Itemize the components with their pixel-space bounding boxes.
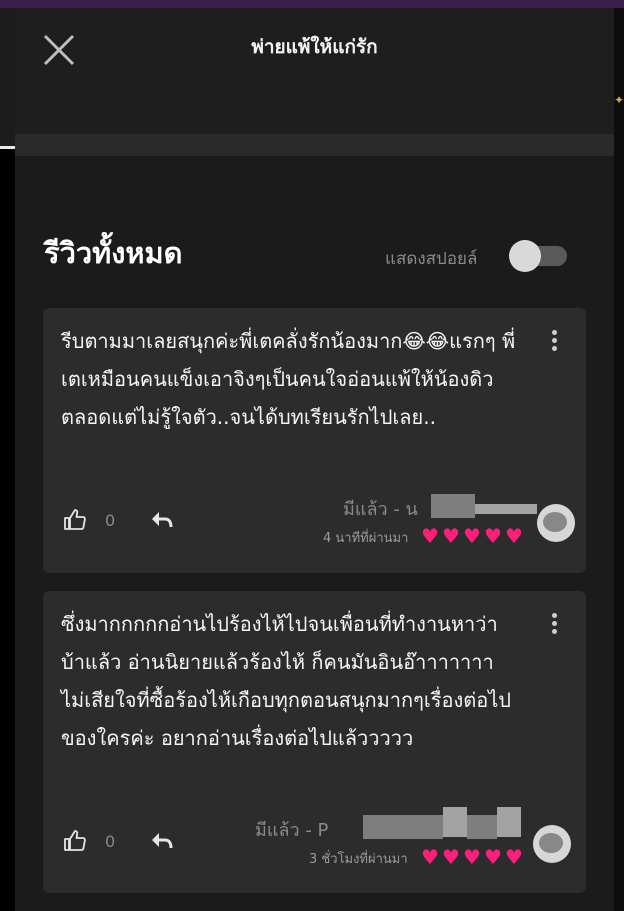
heart-icon: ♥ — [421, 524, 439, 548]
like-count: 0 — [105, 511, 116, 530]
redacted-author-name — [497, 807, 521, 837]
more-options-button[interactable] — [546, 613, 562, 635]
review-card: ซึ่งมากกกกกอ่านไปร้องไห้ไปจนเพื่อนที่ทำง… — [43, 591, 586, 893]
backdrop-left-line — [0, 146, 15, 149]
redacted-author-name — [363, 815, 443, 839]
modal-header: พ่ายแพ้ให้แก่รัก — [15, 8, 614, 134]
more-dot — [551, 346, 557, 351]
redacted-author-name — [475, 504, 537, 514]
heart-rating: ♥ ♥ ♥ ♥ ♥ — [421, 524, 526, 548]
review-time: 4 นาทีที่ผ่านมา — [323, 531, 409, 546]
star-icon: ✦ — [614, 93, 624, 107]
avatar-image — [543, 512, 567, 532]
review-text: ซึ่งมากกกกกอ่านไปร้องไห้ไปจนเพื่อนที่ทำง… — [61, 612, 511, 750]
more-dot — [551, 613, 557, 618]
reviews-modal: พ่ายแพ้ให้แก่รัก รีวิวทั้งหมด แสดงสปอยล์… — [15, 8, 614, 911]
heart-rating: ♥ ♥ ♥ ♥ ♥ — [421, 845, 526, 869]
backdrop-right — [614, 8, 624, 911]
heart-icon: ♥ — [442, 524, 460, 548]
more-options-button[interactable] — [546, 330, 562, 352]
more-dot — [551, 330, 557, 335]
more-dot — [551, 621, 557, 626]
avatar-image — [539, 833, 563, 853]
redacted-author-name — [467, 815, 497, 839]
like-count: 0 — [105, 832, 116, 851]
spoiler-toggle[interactable] — [509, 240, 569, 272]
heart-icon: ♥ — [505, 845, 523, 869]
review-time: 3 ชั่วโมงที่ผ่านมา — [309, 852, 408, 867]
review-text: รีบตามมาเลยสนุกค่ะพี่เตคลั่งรักน้องมาก😂😂… — [61, 329, 516, 429]
heart-icon: ♥ — [505, 524, 523, 548]
backdrop-left — [0, 8, 15, 148]
reply-icon[interactable] — [149, 508, 175, 532]
review-author: มีแล้ว - น — [343, 499, 418, 520]
heart-icon: ♥ — [463, 524, 481, 548]
heart-icon: ♥ — [442, 845, 460, 869]
avatar[interactable] — [537, 504, 575, 542]
heart-icon: ♥ — [484, 524, 502, 548]
heart-icon: ♥ — [463, 845, 481, 869]
redacted-author-name — [443, 807, 467, 837]
thumbs-up-icon[interactable] — [63, 829, 87, 853]
page-title: พ่ายแพ้ให้แก่รัก — [251, 36, 378, 58]
more-dot — [551, 338, 557, 343]
heart-icon: ♥ — [421, 845, 439, 869]
header-divider — [15, 134, 614, 156]
avatar[interactable] — [533, 825, 571, 863]
reviews-heading: รีวิวทั้งหมด — [44, 236, 183, 270]
toggle-knob — [509, 240, 541, 272]
review-card: รีบตามมาเลยสนุกค่ะพี่เตคลั่งรักน้องมาก😂😂… — [43, 308, 586, 573]
heart-icon: ♥ — [484, 845, 502, 869]
spoiler-toggle-label: แสดงสปอยล์ — [385, 249, 478, 269]
reply-icon[interactable] — [149, 829, 175, 853]
thumbs-up-icon[interactable] — [63, 508, 87, 532]
more-dot — [551, 629, 557, 634]
redacted-author-name — [431, 494, 475, 518]
review-author: มีแล้ว - P — [255, 820, 329, 841]
backdrop-top — [0, 0, 624, 8]
